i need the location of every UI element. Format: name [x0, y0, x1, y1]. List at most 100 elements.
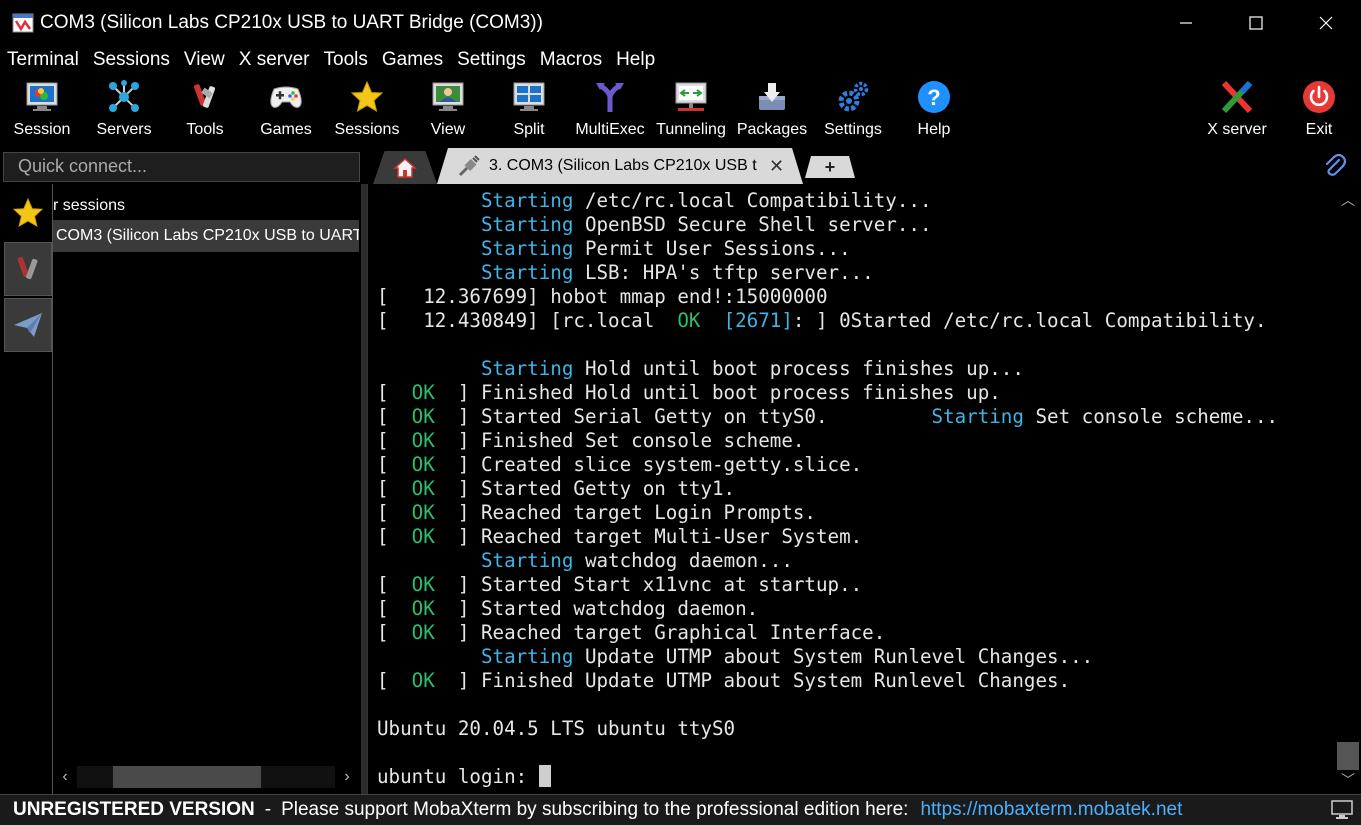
terminal-text: [ — [377, 477, 412, 500]
new-tab-button[interactable]: + — [805, 156, 855, 178]
menu-sessions[interactable]: Sessions — [86, 45, 177, 75]
power-icon — [1301, 79, 1337, 115]
tab-bar: 3. COM3 (Silicon Labs CP210x USB to UART… — [365, 148, 1361, 184]
ok-status-text: OK — [411, 597, 435, 620]
split-button[interactable]: Split — [488, 77, 570, 143]
sidebar-horizontal-scrollbar[interactable]: ‹ › — [53, 766, 359, 788]
terminal-line: [ OK ] Reached target Multi-User System. — [377, 525, 1278, 549]
sidebar-tab-tools[interactable] — [4, 242, 52, 296]
settings-icon — [835, 79, 871, 115]
menu-terminal[interactable]: Terminal — [0, 45, 86, 75]
settings-button[interactable]: Settings — [812, 77, 894, 143]
terminal-line: Starting watchdog daemon... — [377, 549, 1278, 573]
sessions-button[interactable]: Sessions — [326, 77, 408, 143]
sidebar-tab-macros[interactable] — [4, 298, 52, 352]
mobaxterm-link[interactable]: https://mobaxterm.mobatek.net — [920, 799, 1182, 821]
terminal-text: [ — [377, 597, 412, 620]
ok-status-text: OK — [411, 477, 435, 500]
multiexec-icon — [592, 79, 628, 115]
star-icon — [349, 79, 385, 115]
terminal-vertical-scrollbar[interactable]: ︿ ﹀ — [1335, 184, 1361, 794]
menu-tools[interactable]: Tools — [317, 45, 375, 75]
help-label: Help — [917, 121, 951, 138]
monitor-icon[interactable] — [1331, 800, 1353, 825]
scroll-right-icon[interactable]: › — [335, 768, 359, 786]
home-icon — [393, 157, 417, 178]
terminal-text: [ 12.430849] [rc.local — [377, 309, 678, 332]
servers-button[interactable]: Servers — [83, 77, 165, 143]
starting-status-text: Starting — [480, 261, 574, 284]
window-title: COM3 (Silicon Labs CP210x USB to UART Br… — [40, 11, 543, 33]
scroll-up-icon[interactable]: ︿ — [1335, 190, 1361, 210]
ok-status-text: OK — [411, 381, 435, 404]
tools-icon — [17, 256, 38, 280]
starting-status-text: Starting — [480, 189, 574, 212]
terminal-line: [ OK ] Finished Update UTMP about System… — [377, 669, 1278, 693]
games-button[interactable]: Games — [245, 77, 327, 143]
terminal-text: OpenBSD Secure Shell server... — [573, 213, 932, 236]
terminal-text: [ — [377, 621, 412, 644]
multiexec-button[interactable]: MultiExec — [569, 77, 651, 143]
terminal-text: [ — [377, 525, 412, 548]
terminal-text: ] Started Start x11vnc at startup.. — [434, 573, 863, 596]
attachment-icon[interactable] — [1321, 152, 1347, 183]
packages-button[interactable]: Packages — [731, 77, 813, 143]
terminal-text: Update UTMP about System Runlevel Change… — [573, 645, 1094, 668]
status-separator: - — [264, 799, 272, 820]
tab-close-icon[interactable]: ✕ — [769, 156, 784, 177]
servers-label: Servers — [96, 121, 152, 138]
maximize-button[interactable] — [1221, 0, 1291, 45]
terminal-text: [ — [377, 573, 412, 596]
tunneling-button[interactable]: Tunneling — [650, 77, 732, 143]
settings-label: Settings — [824, 121, 882, 138]
help-button[interactable]: ? Help — [893, 77, 975, 143]
menu-x-server[interactable]: X server — [232, 45, 317, 75]
minimize-button[interactable] — [1151, 0, 1221, 45]
scroll-track[interactable] — [77, 766, 335, 788]
menu-settings[interactable]: Settings — [450, 45, 533, 75]
starting-status-text: Starting — [931, 405, 1024, 428]
scroll-left-icon[interactable]: ‹ — [53, 768, 77, 786]
home-tab[interactable] — [373, 151, 437, 184]
tools-button[interactable]: Tools — [164, 77, 246, 143]
terminal-view[interactable]: Starting /etc/rc.local Compatibility... … — [367, 184, 1335, 794]
starting-status-text: Starting — [480, 237, 574, 260]
exit-button[interactable]: Exit — [1278, 77, 1360, 143]
terminal-text: ] Finished Hold until boot process finis… — [434, 381, 1001, 404]
x-server-button[interactable]: X server — [1196, 77, 1278, 143]
session-button[interactable]: Session — [1, 77, 83, 143]
scroll-down-icon[interactable]: ﹀ — [1335, 770, 1361, 790]
terminal-line: Starting Update UTMP about System Runlev… — [377, 645, 1278, 669]
close-button[interactable] — [1291, 0, 1361, 45]
session-item-com3[interactable]: COM3 (Silicon Labs CP210x USB to UART Br… — [53, 220, 359, 252]
terminal-text: ] Finished Set console scheme. — [434, 429, 805, 452]
terminal-line: [ OK ] Finished Set console scheme. — [377, 429, 1278, 453]
tools-label: Tools — [186, 121, 224, 138]
ok-status-text: OK — [411, 573, 435, 596]
menu-view[interactable]: View — [177, 45, 232, 75]
terminal-text: ] Reached target Login Prompts. — [434, 501, 816, 524]
terminal-text: LSB: HPA's tftp server... — [573, 261, 874, 284]
unregistered-label: UNREGISTERED VERSION — [13, 799, 255, 820]
quick-connect-input[interactable]: Quick connect... — [3, 152, 360, 182]
scroll-thumb[interactable] — [113, 766, 261, 788]
menu-games[interactable]: Games — [375, 45, 450, 75]
menu-help[interactable]: Help — [609, 45, 662, 75]
view-button[interactable]: View — [407, 77, 489, 143]
starting-status-text: Starting — [480, 357, 574, 380]
menu-bar: Terminal Sessions View X server Tools Ga… — [0, 45, 1361, 75]
terminal-text: [ 12.367699] hobot mmap end!:15000000 — [377, 285, 828, 308]
svg-text:?: ? — [927, 85, 940, 110]
terminal-text: /etc/rc.local Compatibility... — [573, 189, 932, 212]
starting-status-text: Starting — [480, 549, 574, 572]
menu-macros[interactable]: Macros — [533, 45, 609, 75]
tab-com3[interactable]: 3. COM3 (Silicon Labs CP210x USB to UART… — [437, 148, 803, 184]
terminal-text: Hold until boot process finishes up... — [573, 357, 1024, 380]
scroll-thumb[interactable] — [1337, 742, 1359, 770]
mobaxterm-app-icon — [12, 13, 34, 33]
sidebar-tab-sessions[interactable] — [4, 186, 52, 240]
x-server-label: X server — [1207, 121, 1267, 138]
sessions-panel: r sessions COM3 (Silicon Labs CP210x USB… — [53, 184, 359, 794]
